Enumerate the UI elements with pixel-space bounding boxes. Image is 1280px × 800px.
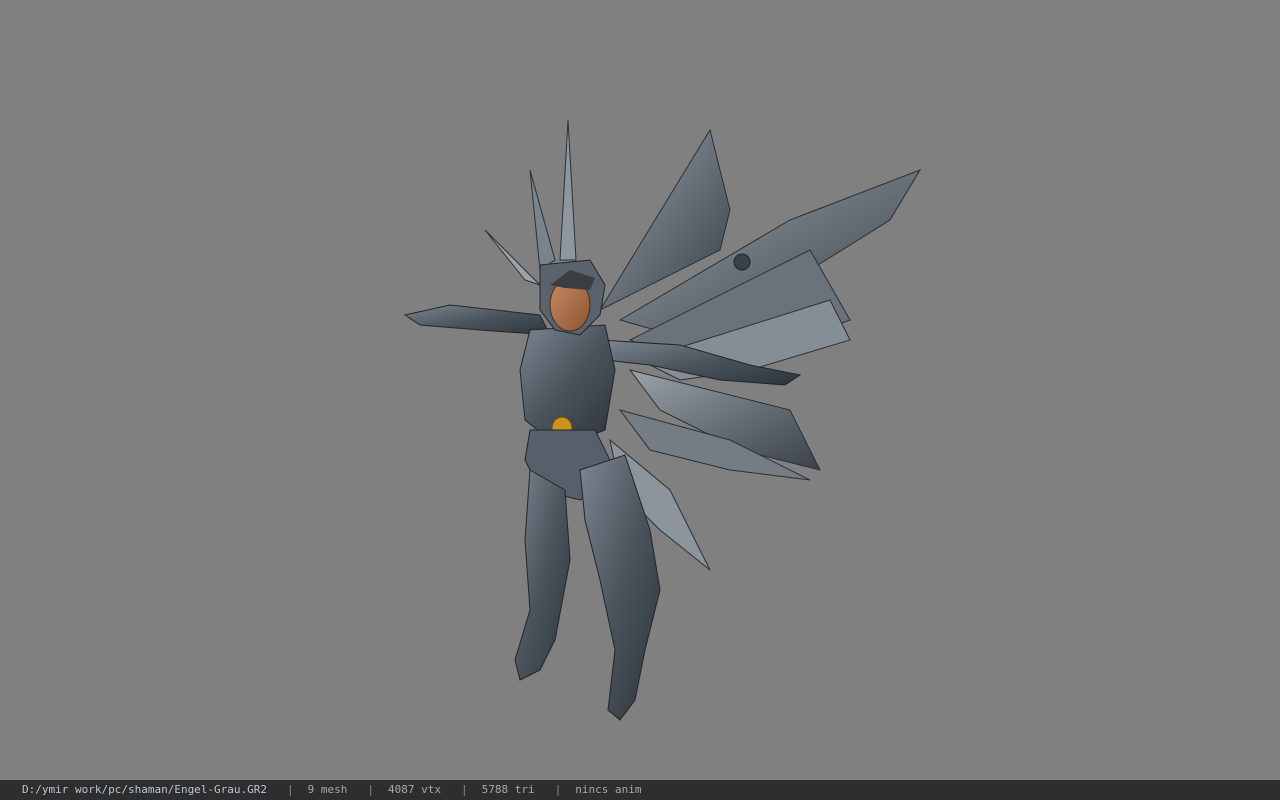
vertex-count: 4087 vtx xyxy=(388,783,442,796)
status-bar: D:/ymir work/pc/shaman/Engel-Grau.GR2 | … xyxy=(0,780,1280,800)
status-separator: | xyxy=(554,783,562,796)
animation-status: nincs anim xyxy=(575,783,642,796)
character-head xyxy=(539,259,606,336)
armor-body xyxy=(514,324,661,721)
status-separator: | xyxy=(287,783,294,796)
model-viewport[interactable] xyxy=(0,0,1280,780)
file-path: D:/ymir work/pc/shaman/Engel-Grau.GR2 xyxy=(22,783,268,796)
status-separator: | xyxy=(461,783,468,796)
triangle-count: 5788 tri xyxy=(481,783,535,796)
mesh-count: 9 mesh xyxy=(307,783,348,796)
character-model-figure[interactable] xyxy=(390,110,950,740)
status-separator: | xyxy=(367,783,375,796)
